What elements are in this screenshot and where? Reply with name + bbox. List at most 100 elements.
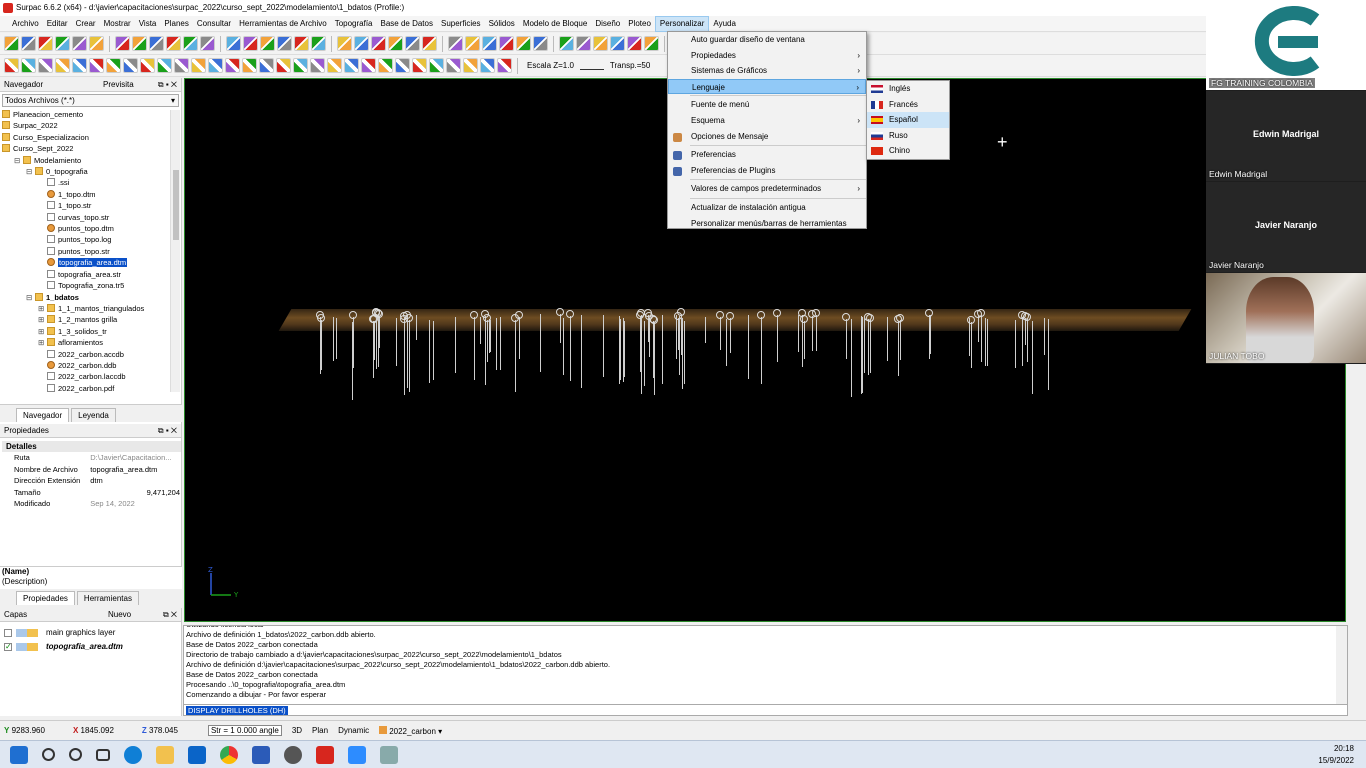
tree-item[interactable]: .ssi <box>0 177 170 188</box>
expand-toggle-icon[interactable]: ⊟ <box>26 166 35 177</box>
string-field[interactable]: Str = 1 0.000 angle <box>207 725 282 736</box>
menu-item-personalizar-menus-barras-de-herramientas[interactable]: Personalizar menús/barras de herramienta… <box>668 216 866 232</box>
toolbar-button[interactable] <box>123 58 138 73</box>
toolbar-button[interactable] <box>183 36 198 51</box>
plan-view[interactable]: Plan <box>312 726 328 735</box>
toolbar-button[interactable] <box>499 36 514 51</box>
menu-dise-o[interactable]: Diseño <box>591 17 624 31</box>
menu-item-sistemas-de-graficos[interactable]: Sistemas de Gráficos › <box>668 63 866 79</box>
layer-row[interactable]: main graphics layer <box>0 626 181 640</box>
menu-item-lenguaje[interactable]: Lenguaje › <box>668 78 866 95</box>
transparency-label[interactable]: Transp.=50 <box>606 61 654 70</box>
menu-editar[interactable]: Editar <box>43 17 72 31</box>
toolbar-button[interactable] <box>157 58 172 73</box>
menu-vista[interactable]: Vista <box>135 17 161 31</box>
mail-icon[interactable] <box>188 745 206 764</box>
tab-herramientas[interactable]: Herramientas <box>76 591 139 605</box>
tree-item[interactable]: ⊞ 1_3_solidos_tr <box>0 326 170 337</box>
menu-s-lidos[interactable]: Sólidos <box>485 17 519 31</box>
panel-controls-icon[interactable]: ⧉ ▪ ✕ <box>158 424 177 438</box>
language-item[interactable]: Ruso <box>867 128 949 144</box>
toolbar-button[interactable] <box>89 58 104 73</box>
expand-toggle-icon[interactable]: ⊞ <box>38 326 47 337</box>
toolbar-button[interactable] <box>293 58 308 73</box>
tree-item[interactable]: 1_topo.str <box>0 200 170 211</box>
menu-archivo[interactable]: Archivo <box>8 17 43 31</box>
toolbar-button[interactable] <box>72 58 87 73</box>
menu-item-preferencias[interactable]: Preferencias <box>668 147 866 163</box>
toolbar-button[interactable] <box>422 36 437 51</box>
toolbar-button[interactable] <box>311 36 326 51</box>
tree-item[interactable]: Curso_Especializacion <box>0 132 170 143</box>
toolbar-button[interactable] <box>463 58 478 73</box>
property-row[interactable]: Tamaño 9,471,204 <box>2 487 180 499</box>
toolbar-button[interactable] <box>166 36 181 51</box>
menu-item-opciones-de-mensaje[interactable]: Opciones de Mensaje <box>668 129 866 145</box>
tree-item[interactable]: ⊟ Modelamiento <box>0 155 170 166</box>
menu-planes[interactable]: Planes <box>160 17 192 31</box>
tree-item[interactable]: puntos_topo.str <box>0 246 170 257</box>
scrollbar-thumb[interactable] <box>173 170 179 240</box>
toolbar-button[interactable] <box>405 36 420 51</box>
tree-item[interactable]: 1_topo.dtm <box>0 189 170 200</box>
toolbar-button[interactable] <box>497 58 512 73</box>
toolbar-button[interactable] <box>191 58 206 73</box>
toolbar-button[interactable] <box>480 58 495 73</box>
tree-item[interactable]: Topografia_zona.tr5 <box>0 280 170 291</box>
layer-row[interactable]: ✓ topografia_area.dtm <box>0 640 181 654</box>
toolbar-button[interactable] <box>412 58 427 73</box>
language-item[interactable]: Español <box>867 112 949 128</box>
toolbar-button[interactable] <box>361 58 376 73</box>
toolbar-button[interactable] <box>242 58 257 73</box>
menu-item-actualizar-de-instalacion-antigua[interactable]: Actualizar de instalación antigua <box>668 200 866 216</box>
toolbar-button[interactable] <box>644 36 659 51</box>
expand-toggle-icon[interactable]: ⊞ <box>38 314 47 325</box>
language-item[interactable]: Chino <box>867 143 949 159</box>
menu-item-valores-de-campos-predeterminados[interactable]: Valores de campos predeterminados › <box>668 181 866 197</box>
tree-item[interactable]: ⊞ 1_1_mantos_triangulados <box>0 303 170 314</box>
toolbar-button[interactable] <box>174 58 189 73</box>
toolbar-button[interactable] <box>243 36 258 51</box>
toolbar-button[interactable] <box>89 36 104 51</box>
video-tile-p3[interactable]: JULIAN TOBO <box>1206 273 1366 363</box>
file-explorer-icon[interactable] <box>156 745 174 764</box>
tree-item[interactable]: puntos_topo.dtm <box>0 223 170 234</box>
toolbar-button[interactable] <box>371 36 386 51</box>
tree-item[interactable]: Surpac_2022 <box>0 120 170 131</box>
chrome-icon[interactable] <box>220 745 238 764</box>
menu-herramientas-de-archivo[interactable]: Herramientas de Archivo <box>235 17 331 31</box>
toolbar-button[interactable] <box>294 36 309 51</box>
tree-item[interactable]: topografia_area.str <box>0 269 170 280</box>
tab-propiedades[interactable]: Propiedades <box>16 591 75 605</box>
toolbar-button[interactable] <box>465 36 480 51</box>
toolbar-button[interactable] <box>260 36 275 51</box>
menu-mostrar[interactable]: Mostrar <box>100 17 135 31</box>
tree-item[interactable]: ⊞ afloramientos <box>0 337 170 348</box>
expand-toggle-icon[interactable]: ⊟ <box>26 292 35 303</box>
menu-item-auto-guardar-diseno-de-ventana[interactable]: Auto guardar diseño de ventana <box>668 32 866 48</box>
toolbar-button[interactable] <box>429 58 444 73</box>
console-scrollbar[interactable] <box>1336 626 1347 704</box>
toolbar-button[interactable] <box>106 58 121 73</box>
toolbar-button[interactable] <box>354 36 369 51</box>
toolbar-button[interactable] <box>446 58 461 73</box>
tree-item[interactable]: 2022_carbon.accdb <box>0 349 170 360</box>
toolbar-button[interactable] <box>559 36 574 51</box>
tree-item[interactable]: ⊞ 1_2_mantos grilla <box>0 314 170 325</box>
toolbar-button[interactable] <box>593 36 608 51</box>
menu-superficies[interactable]: Superficies <box>437 17 485 31</box>
menu-base-de-datos[interactable]: Base de Datos <box>377 17 437 31</box>
toolbar-button[interactable] <box>149 36 164 51</box>
toolbar-button[interactable] <box>72 36 87 51</box>
toolbar-button[interactable] <box>38 36 53 51</box>
toolbar-button[interactable] <box>55 36 70 51</box>
database-select[interactable]: 2022_carbon ▾ <box>379 725 442 736</box>
video-tile-p1[interactable]: Edwin Madrigal Edwin Madrigal <box>1206 91 1366 181</box>
tree-item[interactable]: Planeacion_cemento <box>0 109 170 120</box>
menu-modelo-de-bloque[interactable]: Modelo de Bloque <box>519 17 592 31</box>
toolbar-button[interactable] <box>21 36 36 51</box>
panel-controls-icon[interactable]: ⧉ ▪ ✕ <box>158 78 177 92</box>
tab-leyenda[interactable]: Leyenda <box>71 408 116 422</box>
file-filter-select[interactable]: Todos Archivos (*.*) ▾ <box>2 94 179 107</box>
menu-item-propiedades[interactable]: Propiedades › <box>668 48 866 64</box>
